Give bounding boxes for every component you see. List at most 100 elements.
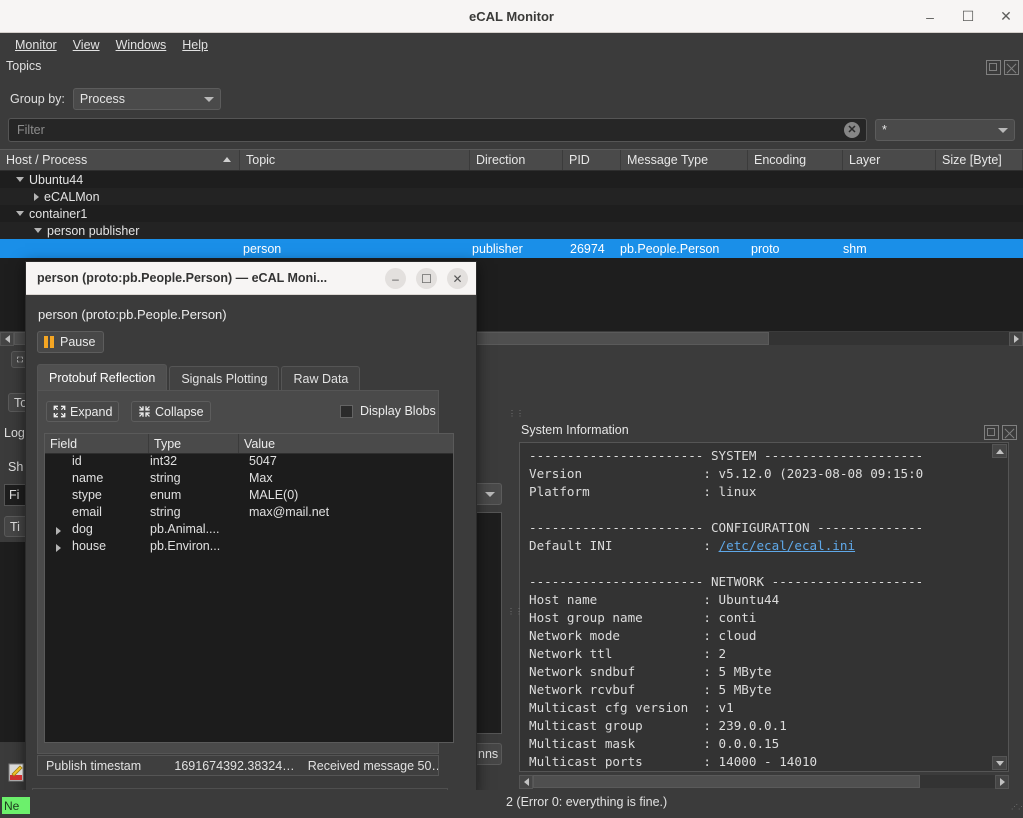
float-icon[interactable]	[984, 425, 999, 440]
list-item[interactable]: id int32 5047	[45, 454, 453, 471]
log-table-fragment[interactable]	[474, 512, 502, 734]
list-item[interactable]: email string max@mail.net	[45, 505, 453, 522]
column-header-topic[interactable]: Topic	[240, 150, 470, 170]
column-header-size[interactable]: Size [Byte]	[936, 150, 1023, 170]
sysinfo-line: Network mode : cloud	[529, 627, 990, 645]
collapse-arrows-icon	[138, 405, 151, 418]
table-row[interactable]: container1	[0, 205, 1023, 222]
sysinfo-vertical-scrollbar[interactable]	[992, 444, 1007, 770]
menu-view-label: View	[73, 38, 100, 52]
menubar: Monitor View Windows Help	[0, 33, 1023, 57]
expander-right-icon[interactable]	[56, 527, 61, 535]
column-label: Direction	[476, 153, 525, 167]
sysinfo-line: Host name : Ubuntu44	[529, 591, 990, 609]
network-status-badge: Ne	[2, 797, 30, 814]
system-information-body[interactable]: ----------------------- SYSTEM ---------…	[519, 442, 1009, 772]
table-row[interactable]: Ubuntu44	[0, 171, 1023, 188]
tab-signals-plotting[interactable]: Signals Plotting	[169, 366, 279, 391]
table-row[interactable]: person publisher	[0, 222, 1023, 239]
scroll-right-button[interactable]	[995, 775, 1009, 789]
clear-filter-icon[interactable]: ✕	[844, 122, 860, 138]
column-header-pid[interactable]: PID	[563, 150, 621, 170]
menu-monitor[interactable]: Monitor	[8, 35, 64, 55]
column-header-host-process[interactable]: Host / Process	[0, 150, 240, 170]
sysinfo-line: Version : v5.12.0 (2023-08-08 09:15:0	[529, 465, 990, 483]
dock-close-icon[interactable]	[1002, 425, 1017, 440]
expand-arrows-icon	[53, 405, 66, 418]
field-column-header-field[interactable]: Field	[45, 434, 149, 453]
edit-document-icon[interactable]	[8, 763, 26, 783]
display-blobs-checkbox-row[interactable]: Display Blobs	[340, 404, 436, 418]
dock-splitter-grip-icon[interactable]: ⋮⋮	[507, 610, 511, 613]
list-item[interactable]: dog pb.Animal....	[45, 522, 453, 539]
column-header-encoding[interactable]: Encoding	[748, 150, 843, 170]
maximize-icon[interactable]: ☐	[957, 6, 979, 28]
dock-close-icon[interactable]	[1004, 60, 1019, 75]
scroll-left-button[interactable]	[0, 332, 14, 346]
resize-grip-icon[interactable]: ⋰⋰	[1011, 806, 1021, 816]
expand-button[interactable]: Expand	[46, 401, 119, 422]
sysinfo-horizontal-scrollbar[interactable]	[519, 774, 1009, 789]
tab-protobuf-reflection[interactable]: Protobuf Reflection	[37, 364, 167, 391]
close-icon[interactable]: ✕	[995, 6, 1017, 28]
window-title: eCAL Monitor	[0, 0, 1023, 33]
column-label: Topic	[246, 153, 275, 167]
chevron-down-icon	[204, 97, 214, 102]
filter-scope-select[interactable]: *	[875, 119, 1015, 141]
sysinfo-line	[529, 555, 990, 573]
expander-down-icon[interactable]	[16, 177, 24, 182]
default-ini-link[interactable]: /etc/ecal/ecal.ini	[719, 538, 855, 553]
column-label: Layer	[849, 153, 880, 167]
edit-document-glyph	[8, 763, 26, 783]
table-row[interactable]: person publisher 26974 pb.People.Person …	[0, 239, 1023, 258]
menu-windows[interactable]: Windows	[109, 35, 174, 55]
dock-grip-icon[interactable]: ⋮⋮	[508, 412, 512, 415]
field-column-header-value[interactable]: Value	[239, 434, 449, 453]
expander-down-icon[interactable]	[16, 211, 24, 216]
filter-input[interactable]: Filter ✕	[8, 118, 867, 142]
list-item[interactable]: name string Max	[45, 471, 453, 488]
float-icon[interactable]	[986, 60, 1001, 75]
tab-raw-data[interactable]: Raw Data	[281, 366, 360, 391]
pause-button[interactable]: Pause	[37, 331, 104, 353]
menu-help[interactable]: Help	[175, 35, 215, 55]
dialog-heading: person (proto:pb.People.Person)	[38, 307, 227, 322]
display-blobs-label: Display Blobs	[360, 404, 436, 418]
dialog-maximize-icon[interactable]: ☐	[416, 268, 437, 289]
column-header-layer[interactable]: Layer	[843, 150, 936, 170]
dialog-close-icon[interactable]: ✕	[447, 268, 468, 289]
menu-view[interactable]: View	[66, 35, 107, 55]
collapse-button[interactable]: Collapse	[131, 401, 211, 422]
column-label: PID	[569, 153, 590, 167]
collapse-button-label: Collapse	[155, 405, 204, 419]
protobuf-field-table[interactable]: Field Type Value id int32 5047 name stri…	[44, 433, 454, 743]
log-level-select-fragment[interactable]	[474, 483, 502, 505]
row-host-process: person publisher	[47, 224, 139, 238]
scroll-up-button[interactable]	[992, 444, 1007, 458]
scroll-down-button[interactable]	[992, 756, 1007, 770]
field-value: Max	[249, 471, 273, 485]
scroll-left-button[interactable]	[519, 775, 533, 789]
table-row[interactable]: eCALMon	[0, 188, 1023, 205]
group-by-select[interactable]: Process	[73, 88, 221, 110]
list-item[interactable]: stype enum MALE(0)	[45, 488, 453, 505]
minimize-icon[interactable]: –	[919, 6, 941, 28]
topics-dock-title: Topics	[6, 59, 41, 73]
expander-down-icon[interactable]	[34, 228, 42, 233]
expander-right-icon[interactable]	[56, 544, 61, 552]
scrollbar-thumb[interactable]	[533, 775, 920, 788]
list-item[interactable]: house pb.Environ...	[45, 539, 453, 556]
expander-right-icon[interactable]	[34, 193, 39, 201]
dialog-minimize-icon[interactable]: –	[385, 268, 406, 289]
column-header-direction[interactable]: Direction	[470, 150, 563, 170]
scroll-right-button[interactable]	[1009, 332, 1023, 346]
dialog-status-bar: Publish timestam 1691674392.38324… Recei…	[37, 755, 439, 776]
field-name: dog	[72, 522, 93, 536]
row-host-process: eCALMon	[44, 190, 100, 204]
field-column-header-type[interactable]: Type	[149, 434, 239, 453]
column-header-message-type[interactable]: Message Type	[621, 150, 748, 170]
scrollbar-track[interactable]	[533, 775, 995, 788]
display-blobs-checkbox[interactable]	[340, 405, 353, 418]
main-status-bar: Ne 2 (Error 0: everything is fine.) ⋰⋰	[0, 790, 1023, 818]
window-controls: – ☐ ✕	[919, 0, 1017, 33]
